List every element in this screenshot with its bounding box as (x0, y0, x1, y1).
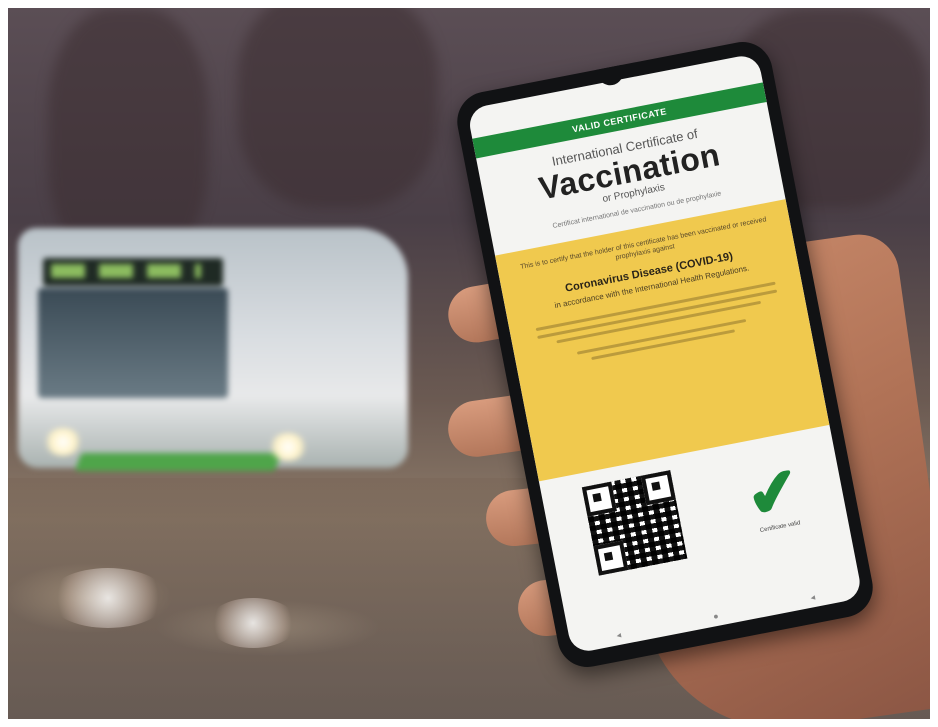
home-nav-icon[interactable]: ● (712, 611, 719, 623)
checkmark-icon: ✔ (740, 452, 807, 534)
bokeh-light (48, 568, 168, 628)
qr-finder (581, 481, 618, 517)
blurred-bus (18, 228, 408, 471)
back-nav-icon[interactable]: ◂ (616, 630, 623, 642)
bus-stripe (74, 453, 282, 471)
validity-indicator: ✔ Certificate valid (740, 452, 807, 535)
qr-code-icon[interactable] (581, 470, 688, 576)
qr-finder (640, 470, 676, 506)
bokeh-light (208, 598, 298, 648)
bus-destination-sign (43, 258, 223, 286)
recent-apps-icon[interactable]: ◂ (810, 592, 817, 604)
bus-headlight (43, 428, 83, 456)
bus-windshield (38, 288, 228, 398)
background-tree (238, 8, 438, 208)
fine-print-lines (535, 281, 783, 370)
bus-headlight (268, 433, 308, 461)
qr-finder (593, 540, 629, 576)
